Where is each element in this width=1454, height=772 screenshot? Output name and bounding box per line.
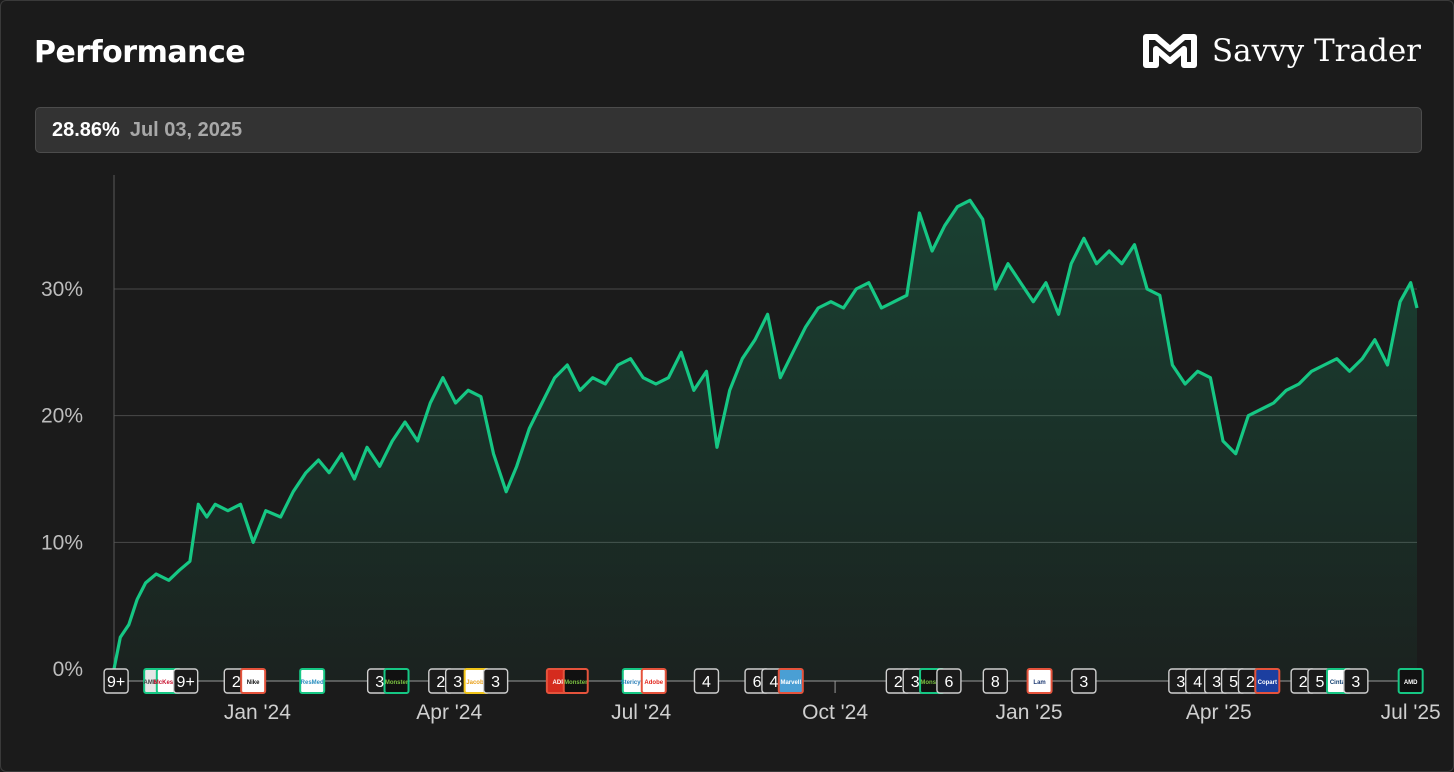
savvy-trader-logo-icon xyxy=(1142,34,1197,68)
svg-text:ResMed: ResMed xyxy=(301,680,324,686)
svg-text:2: 2 xyxy=(894,674,903,691)
trade-count-badge[interactable]: 8 xyxy=(982,668,1009,694)
x-tick-label: Jul '24 xyxy=(611,701,671,724)
x-tick-label: Jan '24 xyxy=(224,701,291,724)
readout-date: Jul 03, 2025 xyxy=(129,118,243,141)
y-tick-label: 30% xyxy=(41,278,83,301)
y-tick-label: 10% xyxy=(41,531,83,554)
svg-text:Monster: Monster xyxy=(564,680,588,686)
trade-logo-badge[interactable]: Nike xyxy=(240,668,267,694)
svg-text:Monster: Monster xyxy=(385,680,409,686)
trade-logo-badge[interactable]: Lam xyxy=(1026,668,1053,694)
performance-chart[interactable]: 0% 10% 20% 30% Jan '24 Apr '24 Jul '24 Oct '24 J… xyxy=(1,161,1453,761)
svg-text:2: 2 xyxy=(1299,674,1308,691)
svg-text:9+: 9+ xyxy=(177,674,195,691)
svg-text:Nike: Nike xyxy=(247,680,260,686)
trade-logo-badge[interactable]: Marvell xyxy=(777,668,804,694)
svg-text:5: 5 xyxy=(1229,674,1238,691)
trade-logo-badge[interactable]: Monster xyxy=(562,668,589,694)
svg-text:4: 4 xyxy=(769,674,778,691)
trade-logo-badge[interactable]: Adobe xyxy=(640,668,667,694)
trade-count-badge[interactable]: 6 xyxy=(936,668,962,694)
svg-text:9+: 9+ xyxy=(107,674,125,691)
svg-text:3: 3 xyxy=(1079,674,1088,691)
trade-count-badge[interactable]: 9+ xyxy=(172,668,199,694)
readout-value: 28.86% xyxy=(52,118,120,141)
svg-text:4: 4 xyxy=(1193,674,1202,691)
chart-card: Performance Savvy Trader 28.86% Jul 03, … xyxy=(0,0,1454,772)
y-tick-label: 20% xyxy=(41,405,83,428)
svg-text:6: 6 xyxy=(944,674,953,691)
svg-text:6: 6 xyxy=(753,674,762,691)
page-title: Performance xyxy=(34,35,246,70)
svg-text:5: 5 xyxy=(1316,674,1325,691)
svg-text:3: 3 xyxy=(1176,674,1185,691)
trade-logo-badge[interactable]: AMD xyxy=(1397,668,1424,694)
svg-text:3: 3 xyxy=(453,674,462,691)
brand-name: Savvy Trader xyxy=(1211,33,1421,69)
svg-text:3: 3 xyxy=(375,674,384,691)
svg-text:3: 3 xyxy=(911,674,920,691)
svg-text:Adobe: Adobe xyxy=(644,680,663,686)
svg-text:8: 8 xyxy=(991,674,1000,691)
trade-count-badge[interactable]: 3 xyxy=(1343,668,1369,694)
svg-text:AMD: AMD xyxy=(1404,680,1418,686)
svg-text:2: 2 xyxy=(232,674,241,691)
trade-count-badge[interactable]: 9+ xyxy=(103,668,129,694)
trade-logo-badge[interactable]: Monster xyxy=(383,668,410,694)
svg-text:2: 2 xyxy=(1246,674,1255,691)
svg-text:4: 4 xyxy=(702,674,711,691)
svg-text:3: 3 xyxy=(491,674,500,691)
trade-count-badge[interactable]: 3 xyxy=(482,668,509,694)
svg-text:Copart: Copart xyxy=(1258,680,1277,686)
trade-logo-badge[interactable]: ResMed xyxy=(299,668,326,694)
x-tick-label: Jul '25 xyxy=(1381,701,1441,724)
svg-text:3: 3 xyxy=(1212,674,1221,691)
x-tick-label: Apr '24 xyxy=(416,701,482,724)
svg-text:Lam: Lam xyxy=(1033,680,1045,686)
x-tick-label: Apr '25 xyxy=(1186,701,1252,724)
svg-text:3: 3 xyxy=(1351,674,1360,691)
brand-logo[interactable]: Savvy Trader xyxy=(1140,31,1421,71)
performance-readout: 28.86% Jul 03, 2025 xyxy=(35,107,1422,153)
svg-text:2: 2 xyxy=(436,674,445,691)
x-tick-label: Oct '24 xyxy=(802,701,868,724)
y-tick-label: 0% xyxy=(53,658,83,681)
trade-count-badge[interactable]: 3 xyxy=(1071,668,1097,694)
x-tick-label: Jan '25 xyxy=(996,701,1063,724)
trade-logo-badge[interactable]: Copart xyxy=(1254,668,1281,694)
svg-text:Marvell: Marvell xyxy=(780,680,801,686)
trade-count-badge[interactable]: 4 xyxy=(693,668,720,694)
